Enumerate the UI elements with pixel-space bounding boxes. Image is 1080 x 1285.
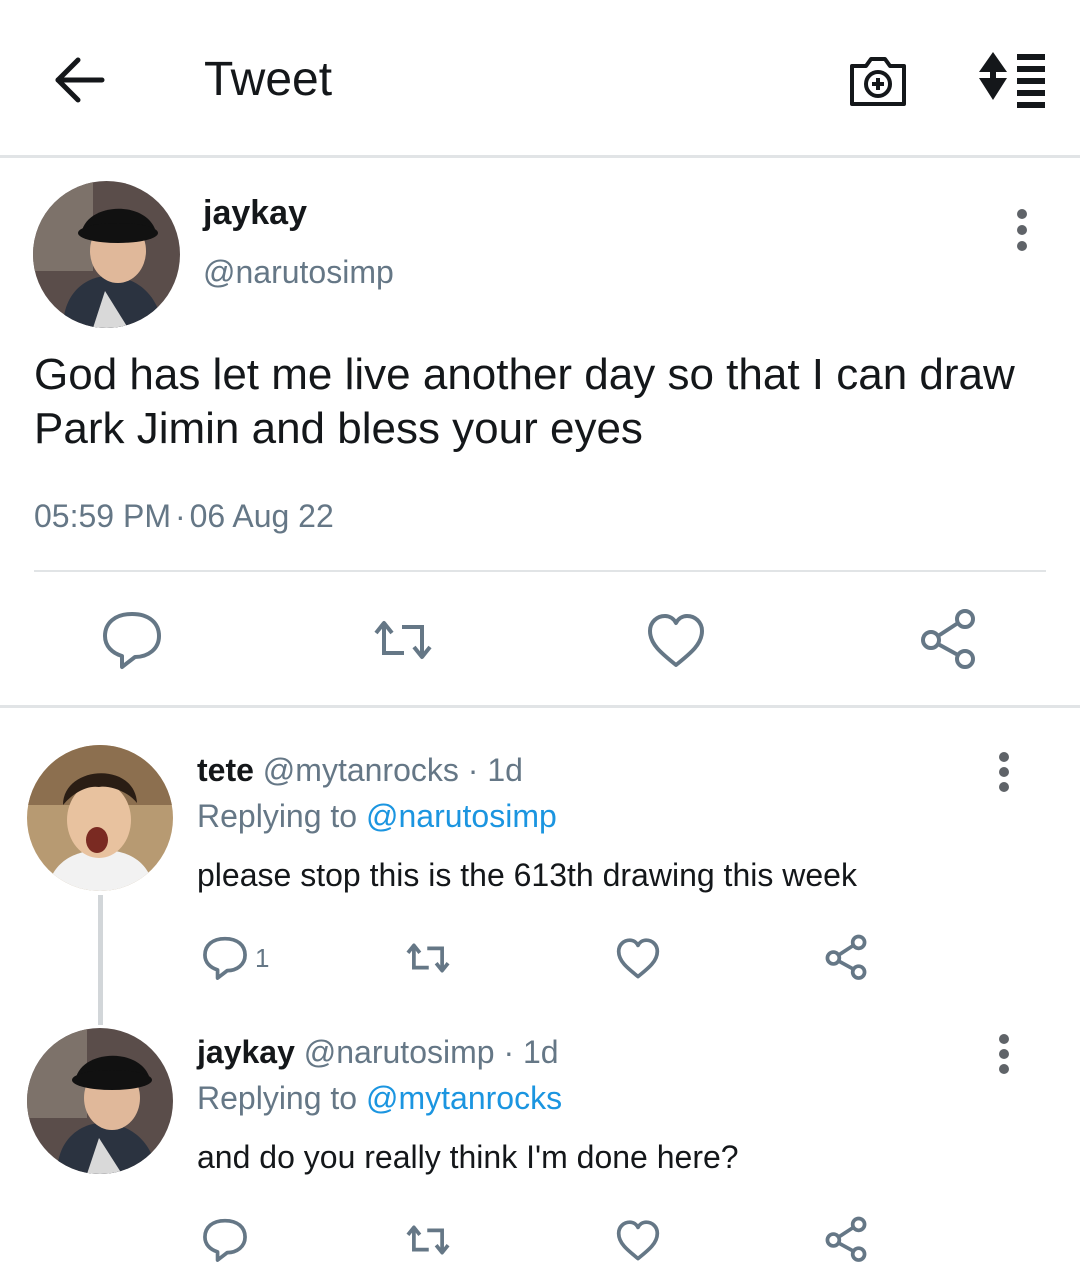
retweet-icon[interactable] bbox=[402, 1214, 454, 1266]
reply-author-handle[interactable]: @narutosimp bbox=[304, 1034, 495, 1070]
replying-to-label: Replying to bbox=[197, 1080, 358, 1116]
tweet-text: God has let me live another day so that … bbox=[34, 350, 1015, 453]
meta-separator: · bbox=[174, 498, 186, 534]
reply-text: and do you really think I'm done here? bbox=[197, 1139, 739, 1175]
reply-age: 1d bbox=[522, 1034, 559, 1070]
page-title: Tweet bbox=[204, 53, 333, 106]
avatar[interactable] bbox=[27, 745, 173, 891]
retweet-icon[interactable] bbox=[402, 932, 454, 984]
more-options-icon[interactable] bbox=[988, 1034, 1020, 1074]
avatar[interactable] bbox=[27, 1028, 173, 1174]
avatar[interactable] bbox=[33, 181, 180, 328]
reply-text: please stop this is the 613th drawing th… bbox=[197, 857, 857, 893]
reply-header: jaykay @narutosimp · 1d bbox=[197, 1034, 559, 1071]
reply-author-handle[interactable]: @mytanrocks bbox=[263, 752, 459, 788]
reply-count: 1 bbox=[255, 943, 270, 973]
replying-to: Replying to @narutosimp bbox=[197, 798, 557, 835]
reply-icon[interactable] bbox=[97, 605, 167, 675]
replying-to-label: Replying to bbox=[197, 798, 358, 834]
reply-author-name[interactable]: jaykay bbox=[197, 1034, 295, 1070]
author-name[interactable]: jaykay bbox=[203, 194, 307, 233]
author-handle[interactable]: @narutosimp bbox=[203, 254, 394, 291]
more-options-icon[interactable] bbox=[988, 752, 1020, 792]
reply-icon[interactable] bbox=[199, 932, 251, 984]
meta-separator: · bbox=[467, 752, 479, 788]
tweet-actions bbox=[0, 605, 1080, 675]
mention-link[interactable]: @mytanrocks bbox=[366, 1080, 562, 1116]
like-icon[interactable] bbox=[612, 1214, 664, 1266]
replying-to: Replying to @mytanrocks bbox=[197, 1080, 562, 1117]
camera-plus-icon[interactable] bbox=[846, 48, 910, 112]
mention-link[interactable]: @narutosimp bbox=[366, 798, 557, 834]
sort-icon[interactable] bbox=[975, 48, 1051, 112]
back-arrow-icon[interactable] bbox=[50, 50, 110, 110]
reply-header: tete @mytanrocks · 1d bbox=[197, 752, 523, 789]
top-bar: Tweet bbox=[0, 0, 1080, 158]
like-icon[interactable] bbox=[641, 605, 711, 675]
more-options-icon[interactable] bbox=[1004, 208, 1040, 252]
tweet-date: 06 Aug 22 bbox=[189, 498, 334, 534]
section-divider bbox=[0, 705, 1080, 708]
thread-connector bbox=[98, 895, 103, 1025]
retweet-icon[interactable] bbox=[368, 605, 438, 675]
divider bbox=[34, 570, 1046, 572]
reply-age: 1d bbox=[487, 752, 523, 788]
like-icon[interactable] bbox=[612, 932, 664, 984]
tweet-time: 05:59 PM bbox=[34, 498, 171, 534]
reply-icon[interactable] bbox=[199, 1214, 251, 1266]
share-icon[interactable] bbox=[820, 1214, 872, 1266]
meta-separator: · bbox=[503, 1034, 515, 1070]
tweet-timestamp: 05:59 PM · 06 Aug 22 bbox=[34, 498, 334, 535]
share-icon[interactable] bbox=[913, 605, 983, 675]
reply-author-name[interactable]: tete bbox=[197, 752, 254, 788]
share-icon[interactable] bbox=[820, 932, 872, 984]
